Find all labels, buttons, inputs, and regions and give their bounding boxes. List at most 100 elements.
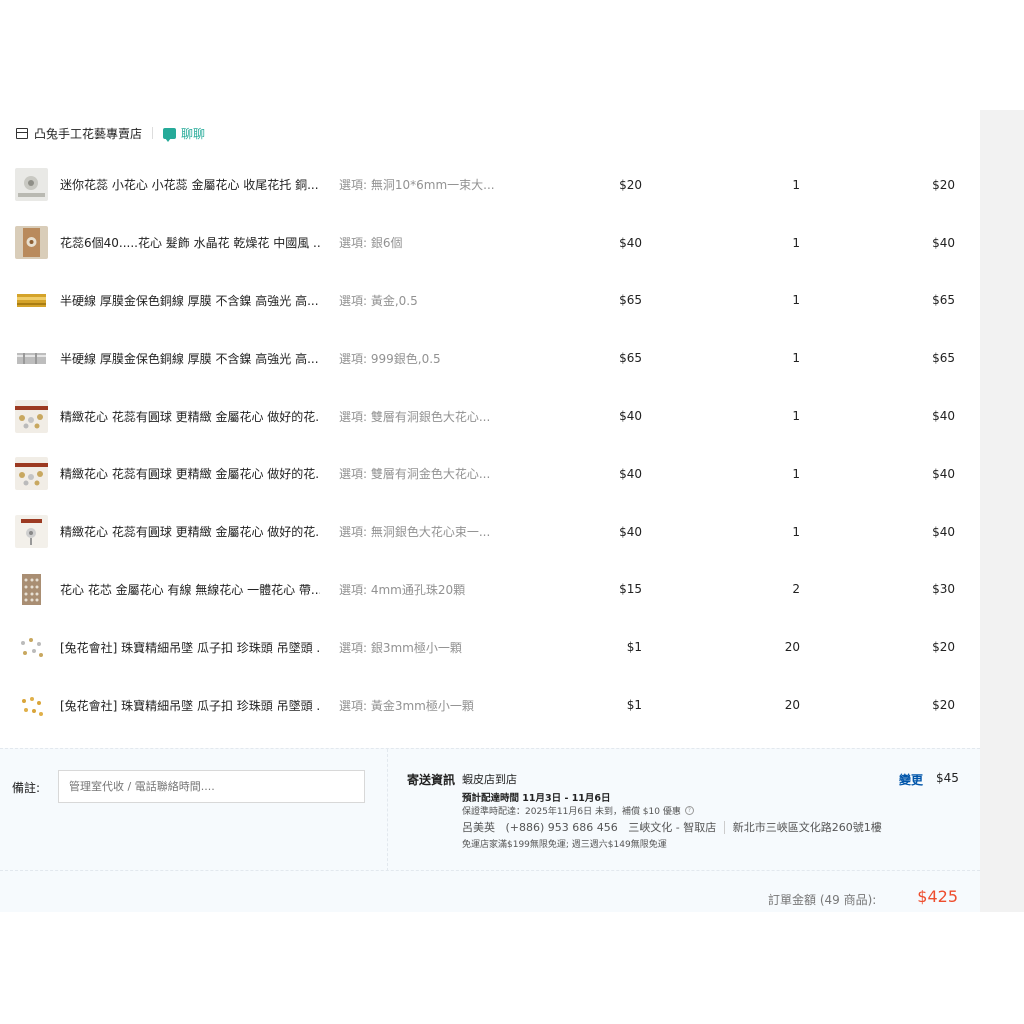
quantity: 2 bbox=[792, 582, 800, 597]
unit-price: $15 bbox=[619, 582, 642, 597]
unit-price: $1 bbox=[626, 698, 642, 713]
quantity: 1 bbox=[792, 177, 800, 192]
product-name[interactable]: 半硬線 厚膜金保色銅線 厚膜 不含鎳 高強光 高... bbox=[60, 350, 320, 367]
chat-label: 聊聊 bbox=[181, 126, 206, 141]
shipping-eta: 預計配達時間 11月3日 - 11月6日 bbox=[462, 793, 611, 804]
item-row: 精緻花心 花蕊有圓球 更精緻 金屬花心 做好的花... 選項: 無洞銀色大花心束一… bbox=[0, 503, 980, 561]
product-variant: 選項: 銀6個 bbox=[339, 236, 403, 251]
order-total-value: $425 bbox=[917, 887, 958, 906]
quantity: 1 bbox=[792, 351, 800, 366]
product-variant: 選項: 雙層有洞金色大花心... bbox=[339, 467, 491, 482]
right-gutter bbox=[980, 110, 1024, 912]
product-thumbnail[interactable] bbox=[15, 630, 48, 664]
product-name[interactable]: 半硬線 厚膜金保色銅線 厚膜 不含鎳 高強光 高... bbox=[60, 292, 320, 309]
item-row: 半硬線 厚膜金保色銅線 厚膜 不含鎳 高強光 高... 選項: 999銀色,0.5… bbox=[0, 329, 980, 387]
shop-name[interactable]: 凸兔手工花藝專賣店 bbox=[34, 125, 142, 142]
product-variant: 選項: 無洞銀色大花心束一... bbox=[339, 525, 491, 540]
chat-icon bbox=[163, 127, 177, 142]
product-variant: 選項: 4mm通孔珠20顆 bbox=[339, 582, 466, 597]
product-thumbnail[interactable] bbox=[15, 572, 48, 606]
header-divider bbox=[152, 127, 154, 139]
item-subtotal: $65 bbox=[932, 293, 955, 308]
product-name[interactable]: 精緻花心 花蕊有圓球 更精緻 金屬花心 做好的花... bbox=[60, 408, 320, 425]
product-variant: 選項: 無洞10*6mm一束大... bbox=[339, 178, 495, 193]
shipping-method: 蝦皮店到店 bbox=[462, 773, 517, 786]
quantity: 20 bbox=[784, 698, 800, 713]
product-thumbnail[interactable] bbox=[15, 399, 48, 433]
info-icon[interactable]: ? bbox=[684, 806, 694, 815]
item-row: 花蕊6個40.....花心 髮飾 水晶花 乾燥花 中國風 ... 選項: 銀6個 $… bbox=[0, 214, 980, 272]
change-shipping-button[interactable]: 變更 bbox=[899, 771, 923, 788]
shipping-promo: 免運店家滿$199無限免運; 週三週六$149無限免運 bbox=[462, 840, 667, 850]
unit-price: $65 bbox=[619, 351, 642, 366]
item-row: 精緻花心 花蕊有圓球 更精緻 金屬花心 做好的花... 選項: 雙層有洞銀色大花心… bbox=[0, 387, 980, 445]
item-row: [兔花會社] 珠寶精細吊墜 瓜子扣 珍珠頭 吊墜頭 ... 選項: 黃金3mm極小… bbox=[0, 676, 980, 734]
item-subtotal: $20 bbox=[932, 640, 955, 655]
chat-button[interactable]: 聊聊 bbox=[163, 125, 205, 142]
shop-header: 凸兔手工花藝專賣店 聊聊 bbox=[0, 110, 980, 156]
product-thumbnail[interactable] bbox=[15, 457, 48, 491]
product-name[interactable]: 精緻花心 花蕊有圓球 更精緻 金屬花心 做好的花... bbox=[60, 465, 320, 482]
unit-price: $40 bbox=[619, 466, 642, 481]
guarantee-text: 保證準時配達：2025年11月6日 未到，補償 $10 優惠 bbox=[462, 807, 681, 817]
pickup-store: 三峽文化 - 智取店 bbox=[628, 821, 717, 834]
recipient-info: 呂美英 (+886) 953 686 456 三峽文化 - 智取店 新北市三峽區… bbox=[462, 819, 882, 835]
store-icon bbox=[16, 127, 28, 139]
product-name[interactable]: 精緻花心 花蕊有圓球 更精緻 金屬花心 做好的花... bbox=[60, 523, 320, 540]
recipient-name: 呂美英 bbox=[462, 821, 495, 834]
shipping-fee: $45 bbox=[936, 771, 959, 785]
item-subtotal: $65 bbox=[932, 351, 955, 366]
product-variant: 選項: 雙層有洞銀色大花心... bbox=[339, 409, 491, 424]
item-subtotal: $30 bbox=[932, 582, 955, 597]
product-name[interactable]: 花心 花芯 金屬花心 有線 無線花心 一體花心 帶... bbox=[60, 581, 320, 598]
order-total-label: 訂單金額 (49 商品): bbox=[768, 893, 877, 907]
product-thumbnail[interactable] bbox=[15, 168, 48, 202]
item-list: 迷你花蕊 小花心 小花蕊 金屬花心 收尾花托 銅... 選項: 無洞10*6mm一… bbox=[0, 156, 980, 734]
note-label: 備註: bbox=[12, 781, 41, 795]
quantity: 1 bbox=[792, 524, 800, 539]
product-variant: 選項: 999銀色,0.5 bbox=[339, 351, 441, 366]
item-row: 精緻花心 花蕊有圓球 更精緻 金屬花心 做好的花... 選項: 雙層有洞金色大花心… bbox=[0, 445, 980, 503]
product-name[interactable]: [兔花會社] 珠寶精細吊墜 瓜子扣 珍珠頭 吊墜頭 ... bbox=[60, 639, 320, 656]
product-variant: 選項: 黃金,0.5 bbox=[339, 293, 418, 308]
product-name[interactable]: 花蕊6個40.....花心 髮飾 水晶花 乾燥花 中國風 ... bbox=[60, 234, 320, 251]
vertical-divider bbox=[387, 749, 388, 871]
product-variant: 選項: 黃金3mm極小一顆 bbox=[339, 698, 474, 713]
product-thumbnail[interactable] bbox=[15, 688, 48, 722]
order-footer: 備註: 寄送資訊 蝦皮店到店 預計配達時間 11月3日 - 11月6日 保證準時… bbox=[0, 748, 980, 912]
quantity: 1 bbox=[792, 409, 800, 424]
shipping-title: 寄送資訊 bbox=[407, 773, 456, 787]
product-thumbnail[interactable] bbox=[15, 226, 48, 260]
product-name[interactable]: 迷你花蕊 小花心 小花蕊 金屬花心 收尾花托 銅... bbox=[60, 176, 320, 193]
quantity: 1 bbox=[792, 466, 800, 481]
product-name[interactable]: [兔花會社] 珠寶精細吊墜 瓜子扣 珍珠頭 吊墜頭 ... bbox=[60, 697, 320, 714]
unit-price: $40 bbox=[619, 524, 642, 539]
unit-price: $40 bbox=[619, 235, 642, 250]
item-subtotal: $40 bbox=[932, 466, 955, 481]
item-row: 迷你花蕊 小花心 小花蕊 金屬花心 收尾花托 銅... 選項: 無洞10*6mm一… bbox=[0, 156, 980, 214]
item-subtotal: $40 bbox=[932, 235, 955, 250]
shipping-guarantee: 保證準時配達：2025年11月6日 未到，補償 $10 優惠 ? bbox=[462, 804, 694, 817]
item-row: [兔花會社] 珠寶精細吊墜 瓜子扣 珍珠頭 吊墜頭 ... 選項: 銀3mm極小一… bbox=[0, 618, 980, 676]
unit-price: $20 bbox=[619, 177, 642, 192]
item-subtotal: $40 bbox=[932, 409, 955, 424]
note-input[interactable] bbox=[58, 770, 365, 803]
item-subtotal: $40 bbox=[932, 524, 955, 539]
unit-price: $40 bbox=[619, 409, 642, 424]
unit-price: $1 bbox=[626, 640, 642, 655]
product-thumbnail[interactable] bbox=[15, 515, 48, 549]
item-row: 半硬線 厚膜金保色銅線 厚膜 不含鎳 高強光 高... 選項: 黃金,0.5 $65… bbox=[0, 272, 980, 330]
item-subtotal: $20 bbox=[932, 177, 955, 192]
product-thumbnail[interactable] bbox=[15, 341, 48, 375]
quantity: 1 bbox=[792, 293, 800, 308]
unit-price: $65 bbox=[619, 293, 642, 308]
quantity: 20 bbox=[784, 640, 800, 655]
item-subtotal: $20 bbox=[932, 698, 955, 713]
product-thumbnail[interactable] bbox=[15, 283, 48, 317]
horizontal-divider bbox=[0, 870, 980, 871]
quantity: 1 bbox=[792, 235, 800, 250]
product-variant: 選項: 銀3mm極小一顆 bbox=[339, 640, 462, 655]
item-row: 花心 花芯 金屬花心 有線 無線花心 一體花心 帶... 選項: 4mm通孔珠20… bbox=[0, 561, 980, 619]
pickup-address: 新北市三峽區文化路260號1樓 bbox=[723, 821, 882, 834]
recipient-phone: (+886) 953 686 456 bbox=[505, 821, 618, 834]
